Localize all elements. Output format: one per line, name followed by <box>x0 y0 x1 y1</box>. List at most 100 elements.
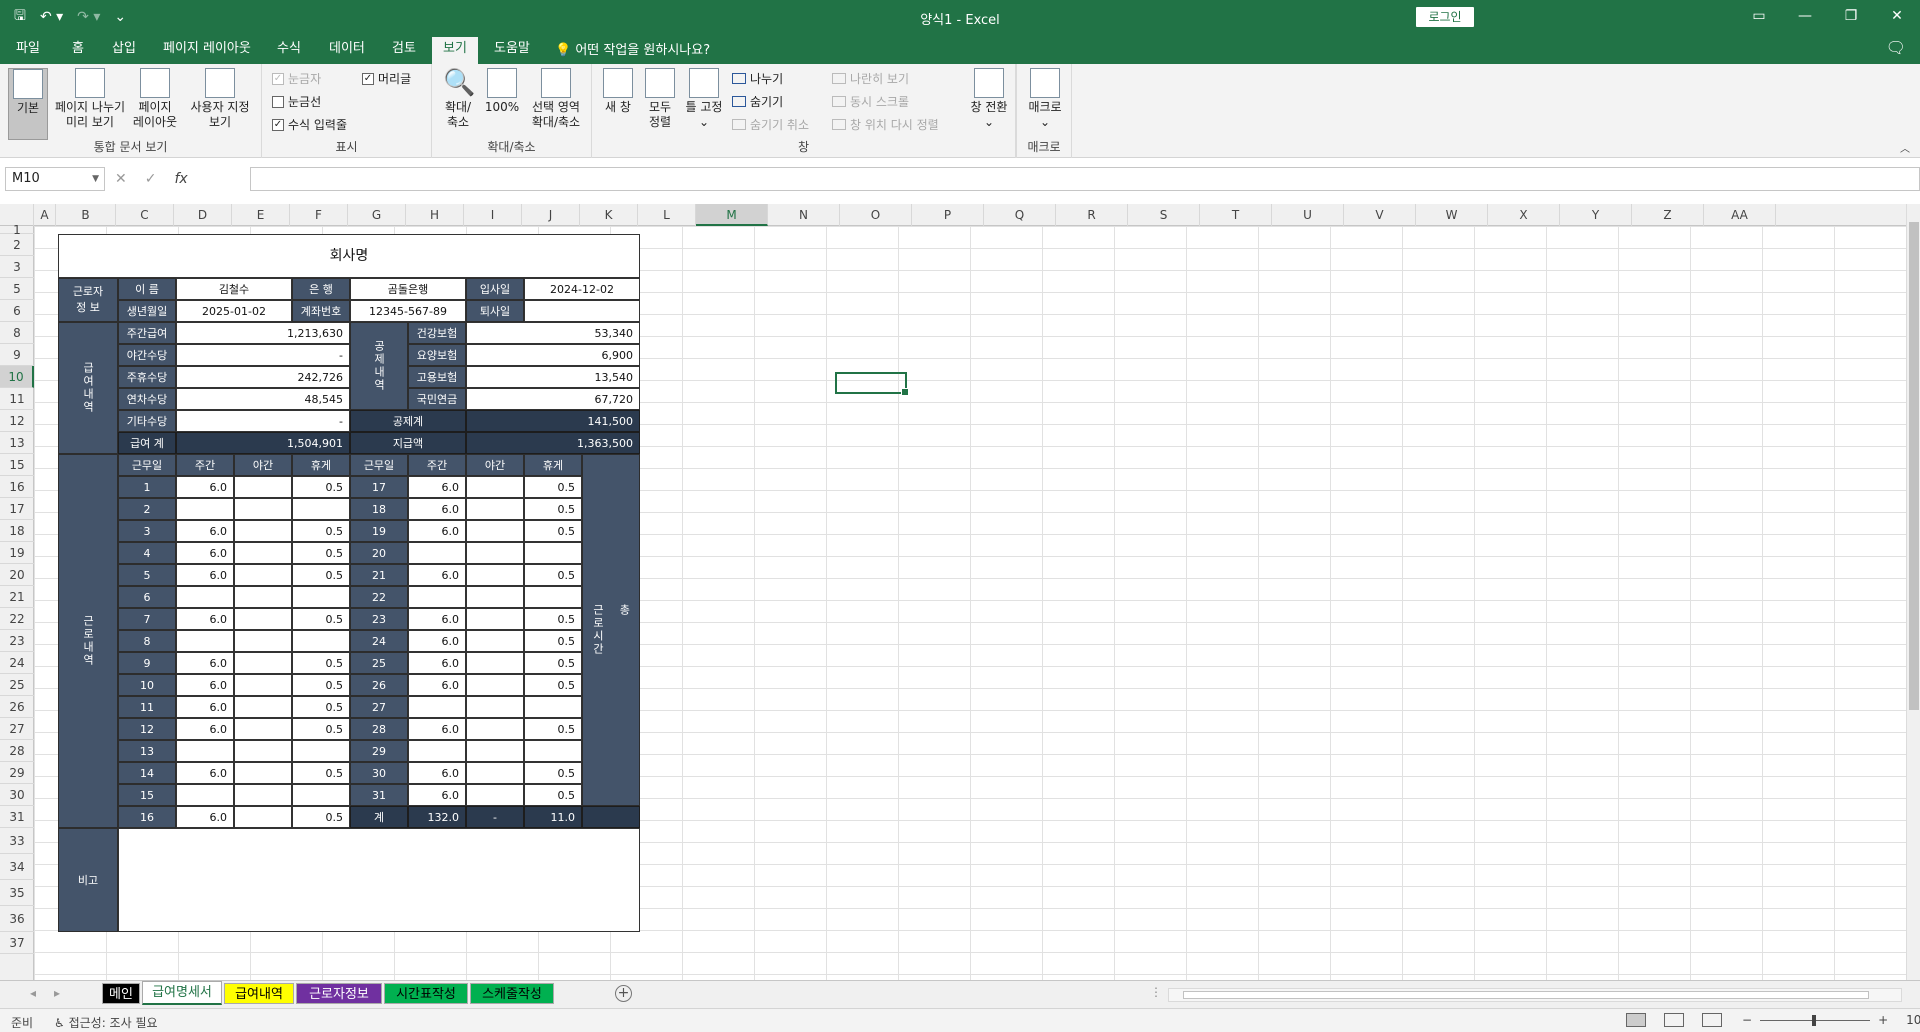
horizontal-scroll-thumb[interactable] <box>1183 991 1869 999</box>
tab-data[interactable]: 데이터 <box>329 39 365 64</box>
arrange-all-button[interactable]: 모두 정렬 <box>640 68 680 130</box>
tab-splitter-handle[interactable]: ⋮ <box>1150 985 1162 999</box>
zoom-slider[interactable] <box>1760 1014 1871 1026</box>
row-header-8[interactable]: 8 <box>0 322 34 344</box>
column-header-a[interactable]: A <box>34 204 56 226</box>
sheet-tab-3[interactable]: 급여내역 <box>224 983 294 1004</box>
row-header-28[interactable]: 28 <box>0 740 34 762</box>
name-box[interactable]: M10 ▼ <box>5 167 105 191</box>
row-header-6[interactable]: 6 <box>0 300 34 322</box>
page-break-preview-button[interactable]: 페이지 나누기 미리 보기 <box>50 68 130 130</box>
sync-scroll-button[interactable]: 동시 스크롤 <box>832 93 909 110</box>
column-header-aa[interactable]: AA <box>1704 204 1776 226</box>
restore-icon[interactable]: ❐ <box>1828 0 1874 34</box>
tab-file[interactable]: 파일 <box>16 39 40 64</box>
row-header-18[interactable]: 18 <box>0 520 34 542</box>
vertical-scroll-thumb[interactable] <box>1909 222 1919 710</box>
column-header-i[interactable]: I <box>464 204 522 226</box>
cancel-icon[interactable]: ✕ <box>115 171 127 187</box>
row-header-25[interactable]: 25 <box>0 674 34 696</box>
tab-insert[interactable]: 삽입 <box>112 39 136 64</box>
row-header-10[interactable]: 10 <box>0 366 34 388</box>
minimize-icon[interactable]: — <box>1782 0 1828 34</box>
row-header-20[interactable]: 20 <box>0 564 34 586</box>
unhide-button[interactable]: 숨기기 취소 <box>732 116 809 133</box>
column-header-j[interactable]: J <box>522 204 580 226</box>
sheet-tab-4[interactable]: 근로자정보 <box>296 983 382 1004</box>
formula-input[interactable] <box>250 167 1920 191</box>
column-header-e[interactable]: E <box>232 204 290 226</box>
column-header-c[interactable]: C <box>116 204 174 226</box>
tab-page-layout[interactable]: 페이지 레이아웃 <box>163 39 251 64</box>
enter-icon[interactable]: ✓ <box>145 171 157 187</box>
tab-help[interactable]: 도움말 <box>494 39 530 64</box>
close-icon[interactable]: ✕ <box>1874 0 1920 34</box>
row-header-16[interactable]: 16 <box>0 476 34 498</box>
tab-view[interactable]: 보기 <box>432 37 478 64</box>
column-header-x[interactable]: X <box>1488 204 1560 226</box>
row-header-24[interactable]: 24 <box>0 652 34 674</box>
column-header-f[interactable]: F <box>290 204 348 226</box>
hide-button[interactable]: 숨기기 <box>732 93 783 110</box>
row-header-1[interactable]: 1 <box>0 224 34 236</box>
active-cell-cursor[interactable] <box>835 372 909 396</box>
column-header-d[interactable]: D <box>174 204 232 226</box>
zoom-in-icon[interactable]: + <box>1878 1013 1888 1027</box>
column-header-p[interactable]: P <box>912 204 984 226</box>
vertical-scrollbar[interactable] <box>1906 204 1920 980</box>
new-window-button[interactable]: 새 창 <box>598 68 638 115</box>
comments-icon[interactable]: 🗨 <box>1886 38 1906 57</box>
tab-scroll-right-icon[interactable]: ▸ <box>54 986 60 1000</box>
normal-view-button[interactable]: 기본 <box>8 68 48 140</box>
custom-views-button[interactable]: 사용자 지정 보기 <box>182 68 258 130</box>
ribbon-display-icon[interactable]: ▭ <box>1736 0 1782 34</box>
row-header-5[interactable]: 5 <box>0 278 34 300</box>
row-header-31[interactable]: 31 <box>0 806 34 828</box>
tell-me-search[interactable]: 💡 어떤 작업을 원하시나요? <box>555 39 710 58</box>
column-header-n[interactable]: N <box>768 204 840 226</box>
row-header-23[interactable]: 23 <box>0 630 34 652</box>
row-header-34[interactable]: 34 <box>0 854 34 880</box>
column-header-s[interactable]: S <box>1128 204 1200 226</box>
column-header-v[interactable]: V <box>1344 204 1416 226</box>
split-button[interactable]: 나누기 <box>732 70 783 87</box>
zoom-button[interactable]: 🔍 확대/ 축소 <box>436 68 480 130</box>
tab-review[interactable]: 검토 <box>392 39 416 64</box>
column-header-b[interactable]: B <box>56 204 116 226</box>
column-header-k[interactable]: K <box>580 204 638 226</box>
row-header-26[interactable]: 26 <box>0 696 34 718</box>
freeze-panes-button[interactable]: 틀 고정 ⌄ <box>682 68 726 130</box>
column-header-y[interactable]: Y <box>1560 204 1632 226</box>
column-header-z[interactable]: Z <box>1632 204 1704 226</box>
column-header-h[interactable]: H <box>406 204 464 226</box>
zoom-level[interactable]: 100% <box>1906 1013 1920 1027</box>
sheet-tab-1[interactable]: 메인 <box>102 983 140 1004</box>
page-layout-button[interactable]: 페이지 레이아웃 <box>130 68 180 130</box>
column-header-o[interactable]: O <box>840 204 912 226</box>
zoom-100-button[interactable]: 100% <box>482 68 522 115</box>
column-header-g[interactable]: G <box>348 204 406 226</box>
column-header-m[interactable]: M <box>696 204 768 226</box>
zoom-out-icon[interactable]: − <box>1742 1013 1752 1027</box>
headings-checkbox[interactable]: ✓ 머리글 <box>362 70 411 87</box>
row-header-2[interactable]: 2 <box>0 234 34 256</box>
row-header-21[interactable]: 21 <box>0 586 34 608</box>
chevron-down-icon[interactable]: ▼ <box>92 168 99 190</box>
normal-view-icon[interactable] <box>1626 1013 1646 1027</box>
row-header-11[interactable]: 11 <box>0 388 34 410</box>
reset-window-position-button[interactable]: 창 위치 다시 정렬 <box>832 116 939 133</box>
row-header-36[interactable]: 36 <box>0 906 34 932</box>
horizontal-scrollbar[interactable] <box>1168 988 1902 1002</box>
row-header-29[interactable]: 29 <box>0 762 34 784</box>
tab-home[interactable]: 홈 <box>72 39 84 64</box>
row-header-33[interactable]: 33 <box>0 828 34 854</box>
tab-scroll-left-icon[interactable]: ◂ <box>30 986 36 1000</box>
login-button[interactable]: 로그인 <box>1416 7 1474 27</box>
formula-bar-checkbox[interactable]: ✓ 수식 입력줄 <box>272 116 347 133</box>
row-header-22[interactable]: 22 <box>0 608 34 630</box>
side-by-side-button[interactable]: 나란히 보기 <box>832 70 909 87</box>
ruler-checkbox[interactable]: ✓ 눈금자 <box>272 70 321 87</box>
column-header-u[interactable]: U <box>1272 204 1344 226</box>
insert-function-icon[interactable]: fx <box>174 171 187 187</box>
row-header-9[interactable]: 9 <box>0 344 34 366</box>
